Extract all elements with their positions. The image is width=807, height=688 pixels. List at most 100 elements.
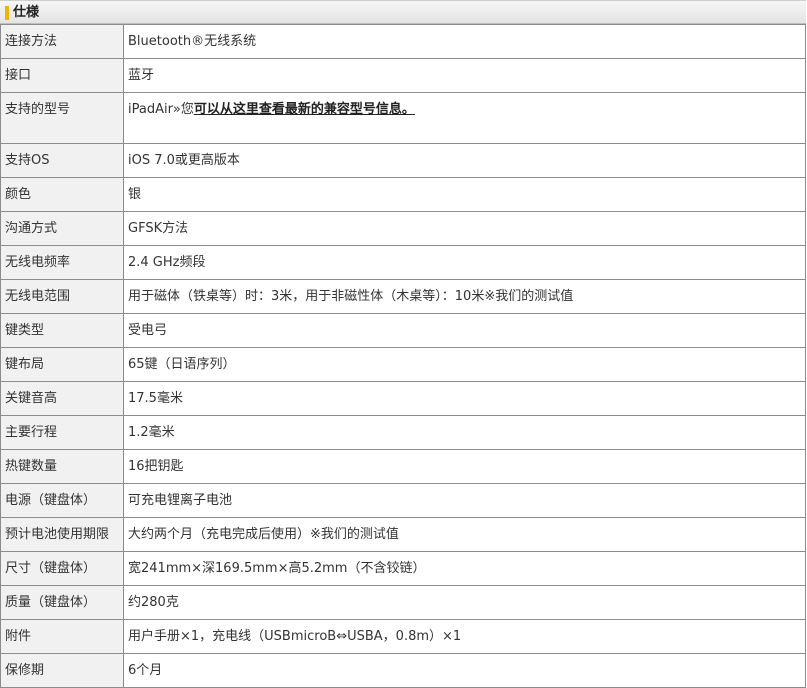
compatible-models-link[interactable]: 可以从这里查看最新的兼容型号信息。	[194, 102, 415, 117]
spec-value-cell: 受电弓	[123, 313, 806, 348]
spec-value-text: 用户手册×1，充电线（USBmicroB⇔USBA，0.8m）×1	[128, 629, 462, 644]
spec-label: 支持的型号	[5, 102, 71, 117]
spec-value: GFSK方法	[128, 213, 189, 238]
spec-label-cell: 连接方法	[0, 24, 124, 59]
spec-value: 65键（日语序列）	[128, 349, 236, 374]
spec-value-cell: 大约两个月（充电完成后使用）※我们的测试值	[123, 517, 806, 552]
table-row: 热键数量 16把钥匙	[0, 449, 806, 484]
spec-value-cell: 65键（日语序列）	[123, 347, 806, 382]
table-row: 附件 用户手册×1，充电线（USBmicroB⇔USBA，0.8m）×1	[0, 619, 806, 654]
spec-label: 关键音高	[5, 391, 58, 406]
spec-value-text: 2.4 GHz频段	[128, 255, 206, 270]
table-row: 电源（键盘体） 可充电锂离子电池	[0, 483, 806, 518]
spec-value-cell: 宽241mm×深169.5mm×高5.2mm（不含铰链）	[123, 551, 806, 586]
spec-value-text: 银	[128, 187, 142, 202]
spec-value-text: 65键（日语序列）	[128, 357, 236, 372]
spec-value-text: 大约两个月（充电完成后使用）※我们的测试值	[128, 527, 399, 542]
table-row: 支持的型号 iPadAir»您可以从这里查看最新的兼容型号信息。	[0, 92, 806, 144]
spec-label: 沟通方式	[5, 221, 58, 236]
spec-value: 用户手册×1，充电线（USBmicroB⇔USBA，0.8m）×1	[128, 621, 462, 646]
spec-label-cell: 支持的型号	[0, 92, 124, 144]
spec-label: 预计电池使用期限	[5, 527, 110, 542]
spec-label-cell: 关键音高	[0, 381, 124, 416]
section-header: 仕様	[0, 0, 806, 24]
spec-label: 尺寸（键盘体）	[5, 561, 97, 576]
spec-label-cell: 热键数量	[0, 449, 124, 484]
section-marker	[5, 6, 9, 20]
spec-value-cell: 银	[123, 177, 806, 212]
spec-value: 17.5毫米	[128, 383, 183, 408]
spec-value-cell: 2.4 GHz频段	[123, 245, 806, 280]
spec-table: 连接方法 Bluetooth®无线系统接口 蓝牙支持的型号 iPadAir»您可以从这…	[0, 24, 806, 688]
spec-value-text: GFSK方法	[128, 221, 189, 236]
spec-value: 宽241mm×深169.5mm×高5.2mm（不含铰链）	[128, 553, 426, 578]
spec-value-cell: 17.5毫米	[123, 381, 806, 416]
spec-value: 1.2毫米	[128, 417, 175, 442]
spec-value: iOS 7.0或更高版本	[128, 145, 240, 170]
spec-value-text: 受电弓	[128, 323, 168, 338]
spec-value-text: 宽241mm×深169.5mm×高5.2mm（不含铰链）	[128, 561, 426, 576]
spec-value-cell: 可充电锂离子电池	[123, 483, 806, 518]
table-row: 预计电池使用期限 大约两个月（充电完成后使用）※我们的测试值	[0, 517, 806, 552]
table-row: 接口 蓝牙	[0, 58, 806, 93]
spec-label: 键布局	[5, 357, 45, 372]
spec-value: 约280克	[128, 587, 179, 612]
spec-label: 质量（键盘体）	[5, 595, 97, 610]
spec-value: 用于磁体（铁桌等）时：3米，用于非磁性体（木桌等）：10米※我们的测试值	[128, 281, 573, 306]
spec-value-text: 约280克	[128, 595, 179, 610]
spec-label-cell: 主要行程	[0, 415, 124, 450]
spec-label: 连接方法	[5, 34, 58, 49]
spec-value-cell: 6个月	[123, 653, 806, 688]
spec-value-cell: GFSK方法	[123, 211, 806, 246]
table-row: 支持OS iOS 7.0或更高版本	[0, 143, 806, 178]
spec-value: iPadAir»您可以从这里查看最新的兼容型号信息。	[128, 94, 415, 119]
table-row: 保修期 6个月	[0, 653, 806, 688]
spec-label: 键类型	[5, 323, 45, 338]
table-row: 无线电范围 用于磁体（铁桌等）时：3米，用于非磁性体（木桌等）：10米※我们的测试…	[0, 279, 806, 314]
spec-value: 银	[128, 179, 142, 204]
spec-label: 支持OS	[5, 153, 50, 168]
spec-value-cell: 蓝牙	[123, 58, 806, 93]
spec-value: 受电弓	[128, 315, 168, 340]
spec-value-text: 16把钥匙	[128, 459, 184, 474]
spec-value-text: iOS 7.0或更高版本	[128, 153, 240, 168]
spec-value: 可充电锂离子电池	[128, 485, 232, 510]
spec-label-cell: 支持OS	[0, 143, 124, 178]
spec-label: 无线电范围	[5, 289, 71, 304]
spec-value-text: iPadAir»您	[128, 102, 194, 117]
spec-value-text: 17.5毫米	[128, 391, 183, 406]
spec-label-cell: 接口	[0, 58, 124, 93]
table-row: 质量（键盘体） 约280克	[0, 585, 806, 620]
spec-label: 颜色	[5, 187, 32, 202]
table-row: 尺寸（键盘体） 宽241mm×深169.5mm×高5.2mm（不含铰链）	[0, 551, 806, 586]
spec-label: 接口	[5, 68, 32, 83]
spec-label-cell: 键布局	[0, 347, 124, 382]
spec-label-cell: 沟通方式	[0, 211, 124, 246]
spec-label-cell: 预计电池使用期限	[0, 517, 124, 552]
spec-value-cell: 1.2毫米	[123, 415, 806, 450]
spec-label: 主要行程	[5, 425, 58, 440]
table-row: 主要行程 1.2毫米	[0, 415, 806, 450]
spec-label-cell: 附件	[0, 619, 124, 654]
spec-value: Bluetooth®无线系统	[128, 26, 257, 51]
spec-value-cell: 16把钥匙	[123, 449, 806, 484]
table-row: 键类型 受电弓	[0, 313, 806, 348]
spec-value-text: 1.2毫米	[128, 425, 175, 440]
spec-label-cell: 保修期	[0, 653, 124, 688]
spec-label: 热键数量	[5, 459, 58, 474]
spec-label: 电源（键盘体）	[5, 493, 97, 508]
table-row: 连接方法 Bluetooth®无线系统	[0, 24, 806, 59]
spec-label-cell: 电源（键盘体）	[0, 483, 124, 518]
spec-value-cell: 用户手册×1，充电线（USBmicroB⇔USBA，0.8m）×1	[123, 619, 806, 654]
spec-value: 蓝牙	[128, 60, 154, 85]
table-row: 颜色 银	[0, 177, 806, 212]
spec-value-text: Bluetooth®无线系统	[128, 34, 257, 49]
spec-value: 6个月	[128, 655, 163, 680]
spec-value-cell: Bluetooth®无线系统	[123, 24, 806, 59]
spec-value-text: 6个月	[128, 663, 163, 678]
spec-label-cell: 键类型	[0, 313, 124, 348]
spec-value-cell: 用于磁体（铁桌等）时：3米，用于非磁性体（木桌等）：10米※我们的测试值	[123, 279, 806, 314]
spec-label: 附件	[5, 629, 32, 644]
spec-label-cell: 尺寸（键盘体）	[0, 551, 124, 586]
spec-label: 保修期	[5, 663, 45, 678]
